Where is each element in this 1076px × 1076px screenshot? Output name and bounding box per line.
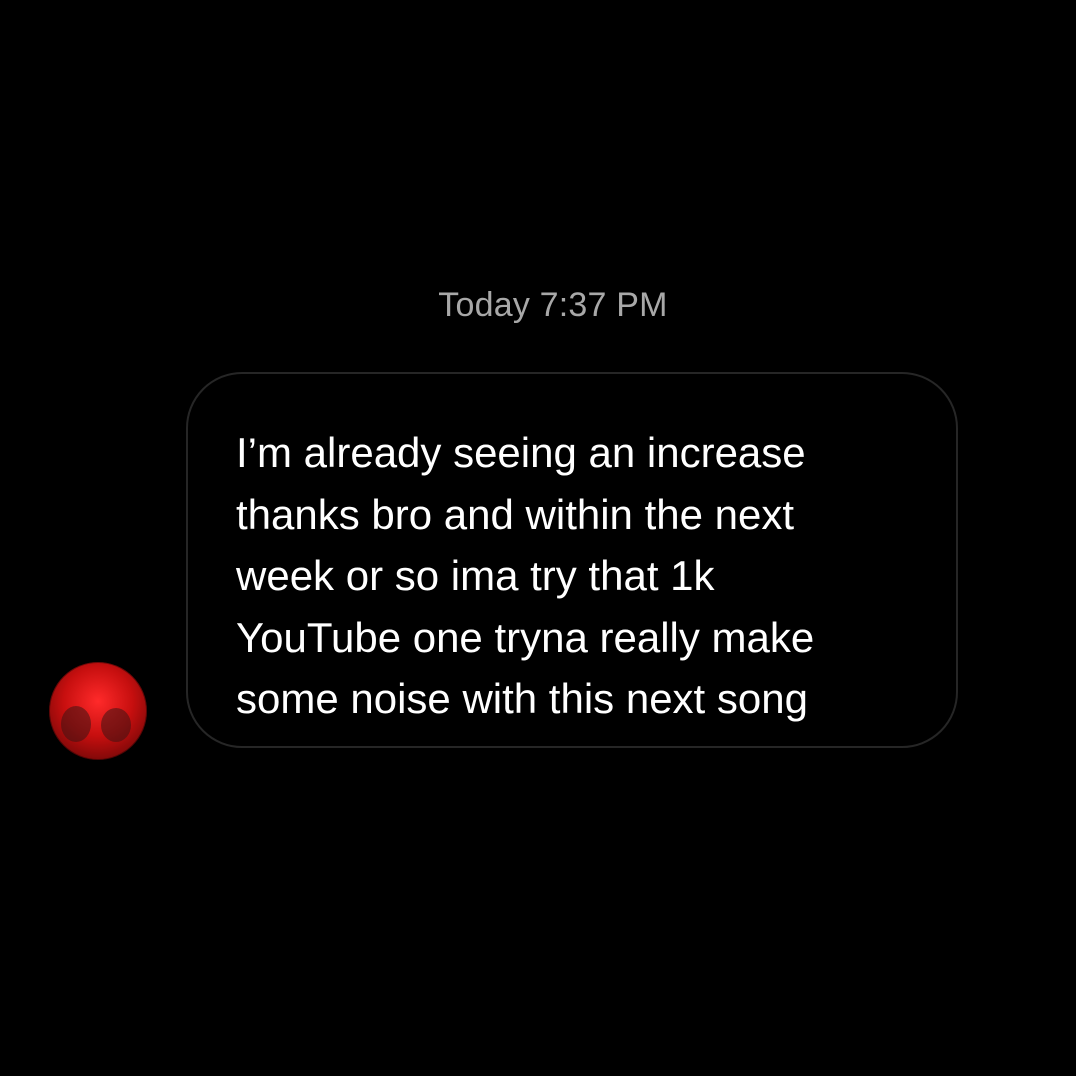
avatar-figure-left <box>61 706 91 742</box>
sender-avatar[interactable] <box>49 662 147 760</box>
message-timestamp: Today 7:37 PM <box>438 286 668 324</box>
message-row: I’m already seeing an increase thanks br… <box>0 372 1076 760</box>
avatar-figure-right <box>101 708 131 742</box>
chat-thread: Today 7:37 PM I’m already seeing an incr… <box>0 0 1076 1076</box>
message-text: I’m already seeing an increase thanks br… <box>236 429 815 722</box>
message-bubble[interactable]: I’m already seeing an increase thanks br… <box>186 372 958 748</box>
